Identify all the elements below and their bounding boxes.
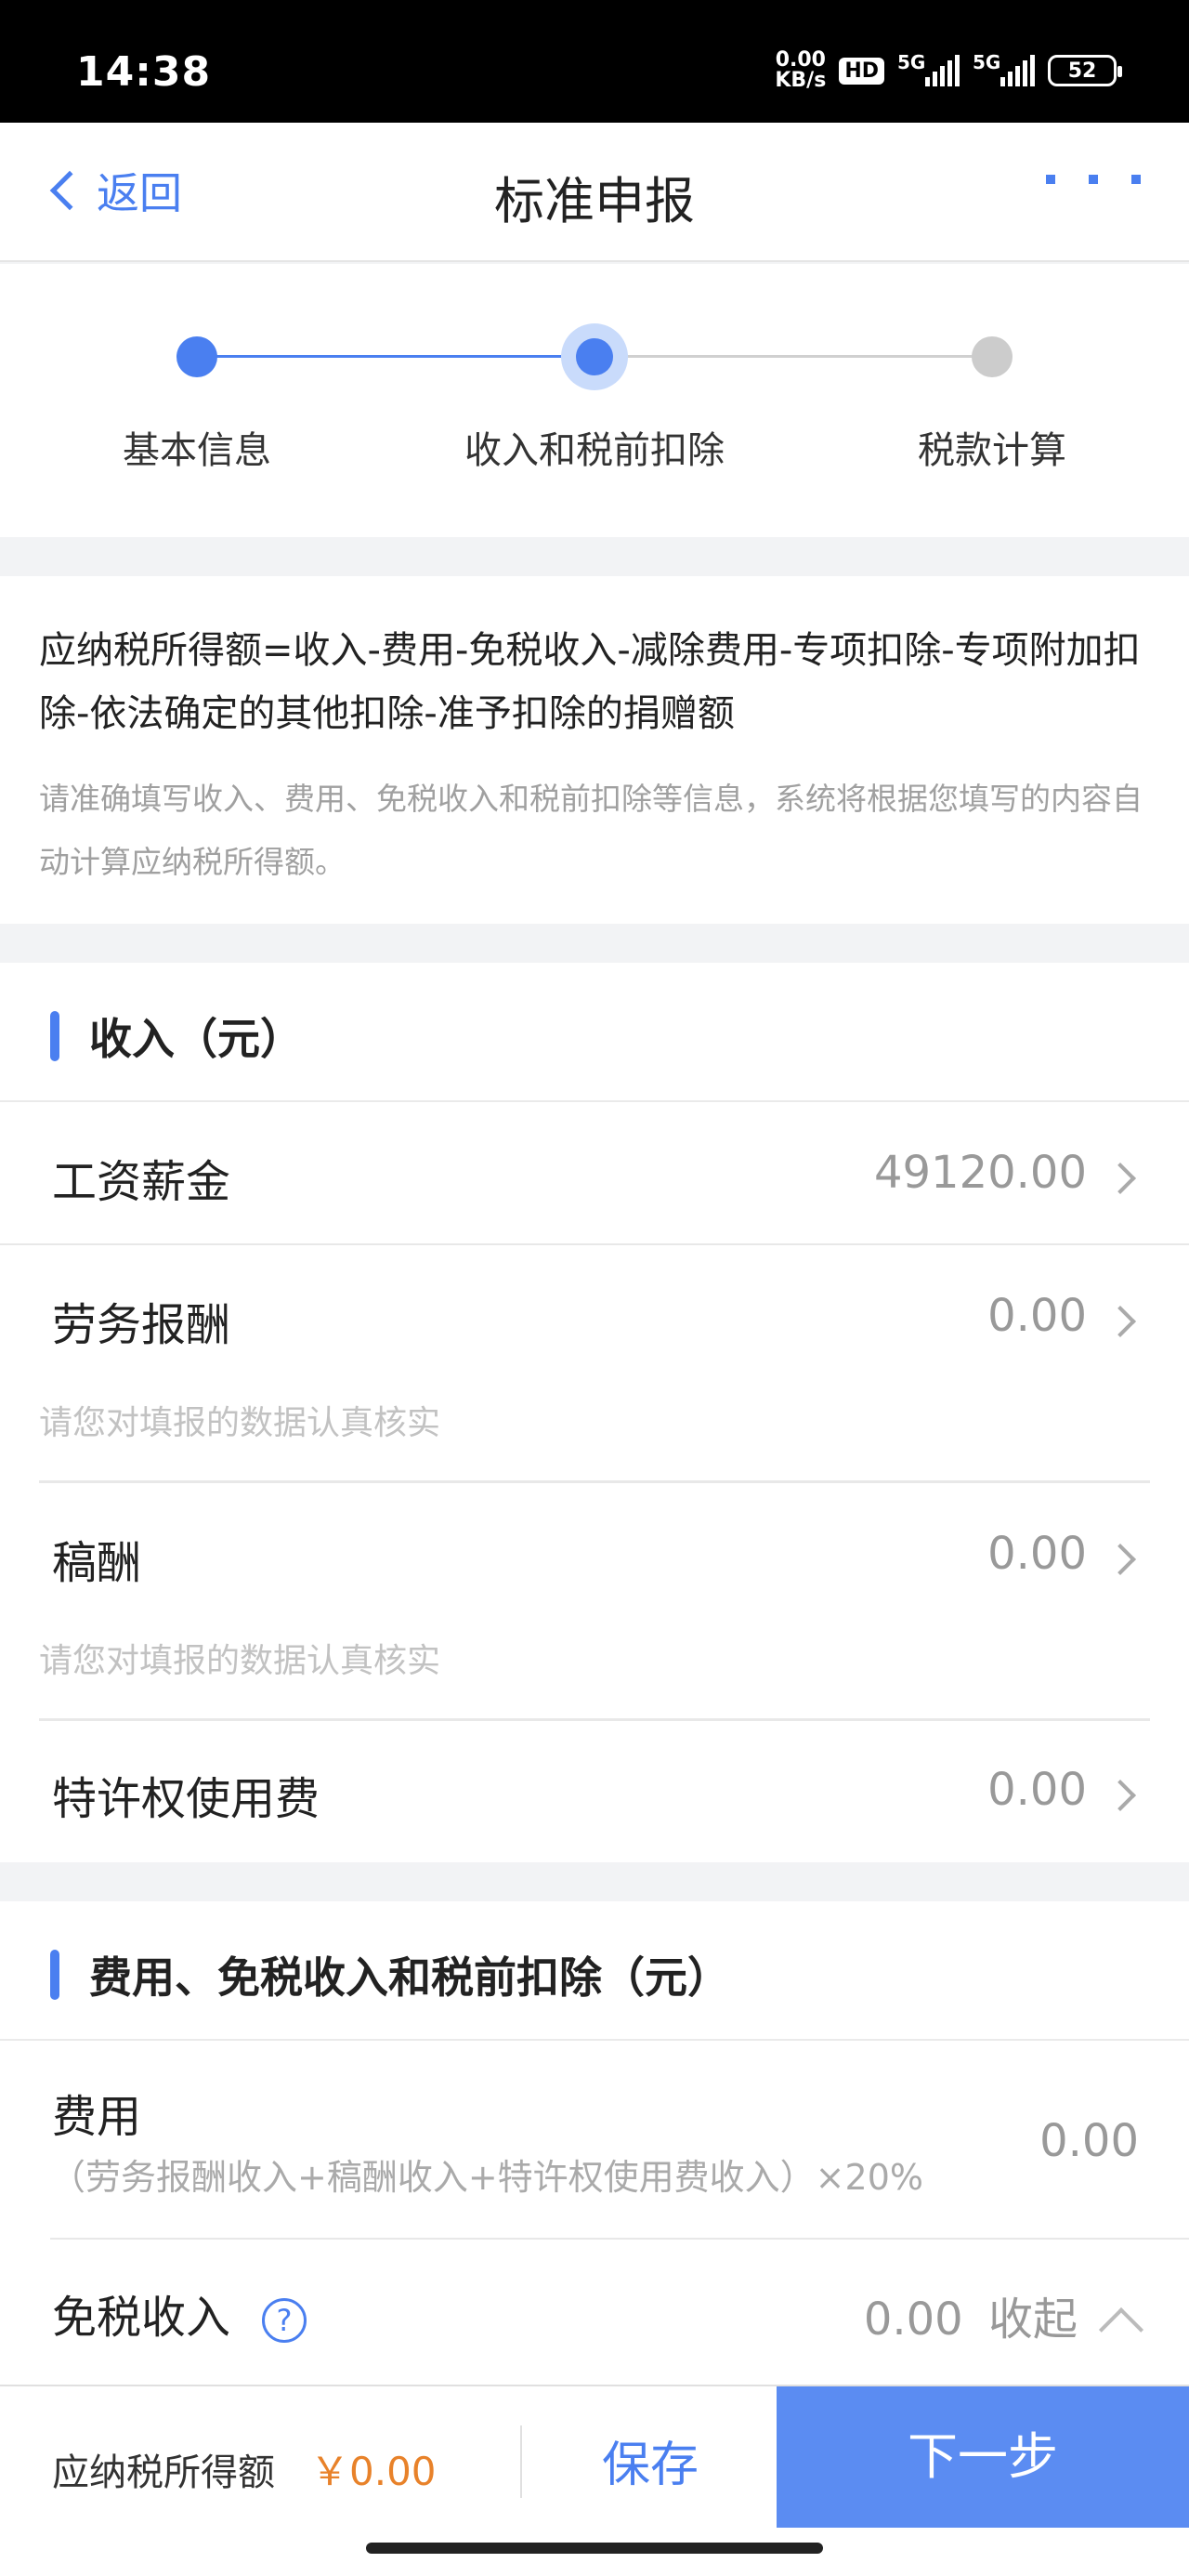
expense-formula: （劳务报酬收入+稿酬收入+特许权使用费收入）×20%: [50, 2157, 923, 2198]
row-label: 稿酬: [52, 1537, 142, 1589]
deduction-section-header: 费用、免税收入和税前扣除（元）: [0, 1901, 1189, 2041]
step-label-tax-calc: 税款计算: [918, 429, 1066, 472]
signal-icon-2: 5G: [973, 51, 1035, 86]
income-row-royalty[interactable]: 稿酬 0.00 请您对填报的数据认真核实: [39, 1483, 1150, 1721]
row-label: 特许权使用费: [52, 1773, 320, 1825]
more-dot-icon: [1089, 175, 1098, 184]
row-hint: 请您对填报的数据认真核实: [39, 1404, 441, 1442]
row-label: 免税收入?: [52, 2280, 307, 2346]
status-indicators: 0.00 KB/s HD 5G 5G 52: [775, 48, 1122, 92]
income-section-header: 收入（元）: [0, 963, 1189, 1102]
row-value: 0.00: [1039, 2115, 1139, 2167]
back-button[interactable]: 返回: [46, 160, 182, 221]
status-time: 14:38: [76, 48, 212, 96]
section-title: 费用、免税收入和税前扣除（元）: [89, 1952, 730, 2003]
formula-hint: 请准确填写收入、费用、免税收入和税前扣除等信息，系统将根据您填写的内容自动计算应…: [39, 781, 1143, 880]
step-dot-3: [972, 336, 1013, 377]
chevron-right-icon: [1104, 1544, 1136, 1575]
chevron-up-icon[interactable]: [1098, 2307, 1144, 2353]
status-bar: 14:38 0.00 KB/s HD 5G 5G 52: [0, 0, 1189, 123]
step-connector-pending: [594, 355, 992, 358]
hd-voice-icon: HD: [839, 57, 884, 85]
row-value: 0.00: [987, 1764, 1087, 1816]
progress-stepper: 基本信息 收入和税前扣除 税款计算: [0, 264, 1189, 537]
section-accent-bar: [50, 1011, 59, 1061]
row-value: 49120.00: [873, 1147, 1087, 1199]
divider: [520, 2425, 522, 2498]
income-row-franchise[interactable]: 特许权使用费 0.00: [0, 1721, 1189, 1859]
battery-icon: 52: [1048, 55, 1122, 86]
step-label-basic-info: 基本信息: [123, 429, 271, 472]
formula-text: 应纳税所得额=收入-费用-免税收入-减除费用-专项扣除-专项附加扣除-依法确定的…: [39, 629, 1141, 735]
home-indicator[interactable]: [366, 2543, 823, 2554]
step-dot-2: [576, 338, 613, 375]
step-connector-done: [197, 355, 594, 358]
save-button[interactable]: 保存: [557, 2424, 743, 2507]
row-hint: 请您对填报的数据认真核实: [39, 1642, 441, 1680]
nav-bar: 标准申报 返回: [0, 123, 1189, 262]
more-menu-button[interactable]: [1046, 175, 1141, 184]
section-title: 收入（元）: [89, 1014, 303, 1064]
row-label: 劳务报酬: [52, 1299, 231, 1351]
step-label-income: 收入和税前扣除: [464, 429, 725, 472]
row-label: 费用: [52, 2091, 142, 2143]
chevron-left-icon: [49, 170, 90, 211]
more-dot-icon: [1046, 175, 1055, 184]
step-dot-1: [176, 336, 217, 377]
chevron-right-icon: [1104, 1780, 1136, 1811]
more-dot-icon: [1131, 175, 1141, 184]
taxable-income-amount: ￥0.00: [310, 2449, 437, 2494]
taxable-income-label: 应纳税所得额: [52, 2451, 275, 2494]
help-icon[interactable]: ?: [262, 2298, 307, 2343]
collapse-label[interactable]: 收起: [988, 2293, 1078, 2346]
chevron-right-icon: [1104, 1163, 1136, 1194]
network-speed: 0.00 KB/s: [775, 48, 827, 92]
chevron-right-icon: [1104, 1306, 1136, 1337]
row-value: 0.00: [987, 1290, 1087, 1342]
expense-row: 费用 （劳务报酬收入+稿酬收入+特许权使用费收入）×20% 0.00: [50, 2041, 1189, 2240]
income-row-labor[interactable]: 劳务报酬 0.00 请您对填报的数据认真核实: [39, 1245, 1150, 1483]
section-accent-bar: [50, 1950, 59, 2000]
deduction-section: 费用、免税收入和税前扣除（元） 费用 （劳务报酬收入+稿酬收入+特许权使用费收入…: [0, 1901, 1189, 2385]
row-value: 0.00 收起: [863, 2293, 1078, 2346]
next-step-button[interactable]: 下一步: [777, 2386, 1189, 2528]
back-label: 返回: [97, 168, 182, 218]
income-row-salary[interactable]: 工资薪金 49120.00: [0, 1102, 1189, 1245]
row-label: 工资薪金: [52, 1156, 231, 1208]
income-section: 收入（元） 工资薪金 49120.00 劳务报酬 0.00 请您对填报的数据认真…: [0, 963, 1189, 1862]
formula-card: 应纳税所得额=收入-费用-免税收入-减除费用-专项扣除-专项附加扣除-依法确定的…: [0, 576, 1189, 924]
signal-icon: 5G: [897, 51, 960, 86]
tax-free-income-row[interactable]: 免税收入? 0.00 收起: [0, 2240, 1189, 2379]
row-value: 0.00: [987, 1528, 1087, 1580]
